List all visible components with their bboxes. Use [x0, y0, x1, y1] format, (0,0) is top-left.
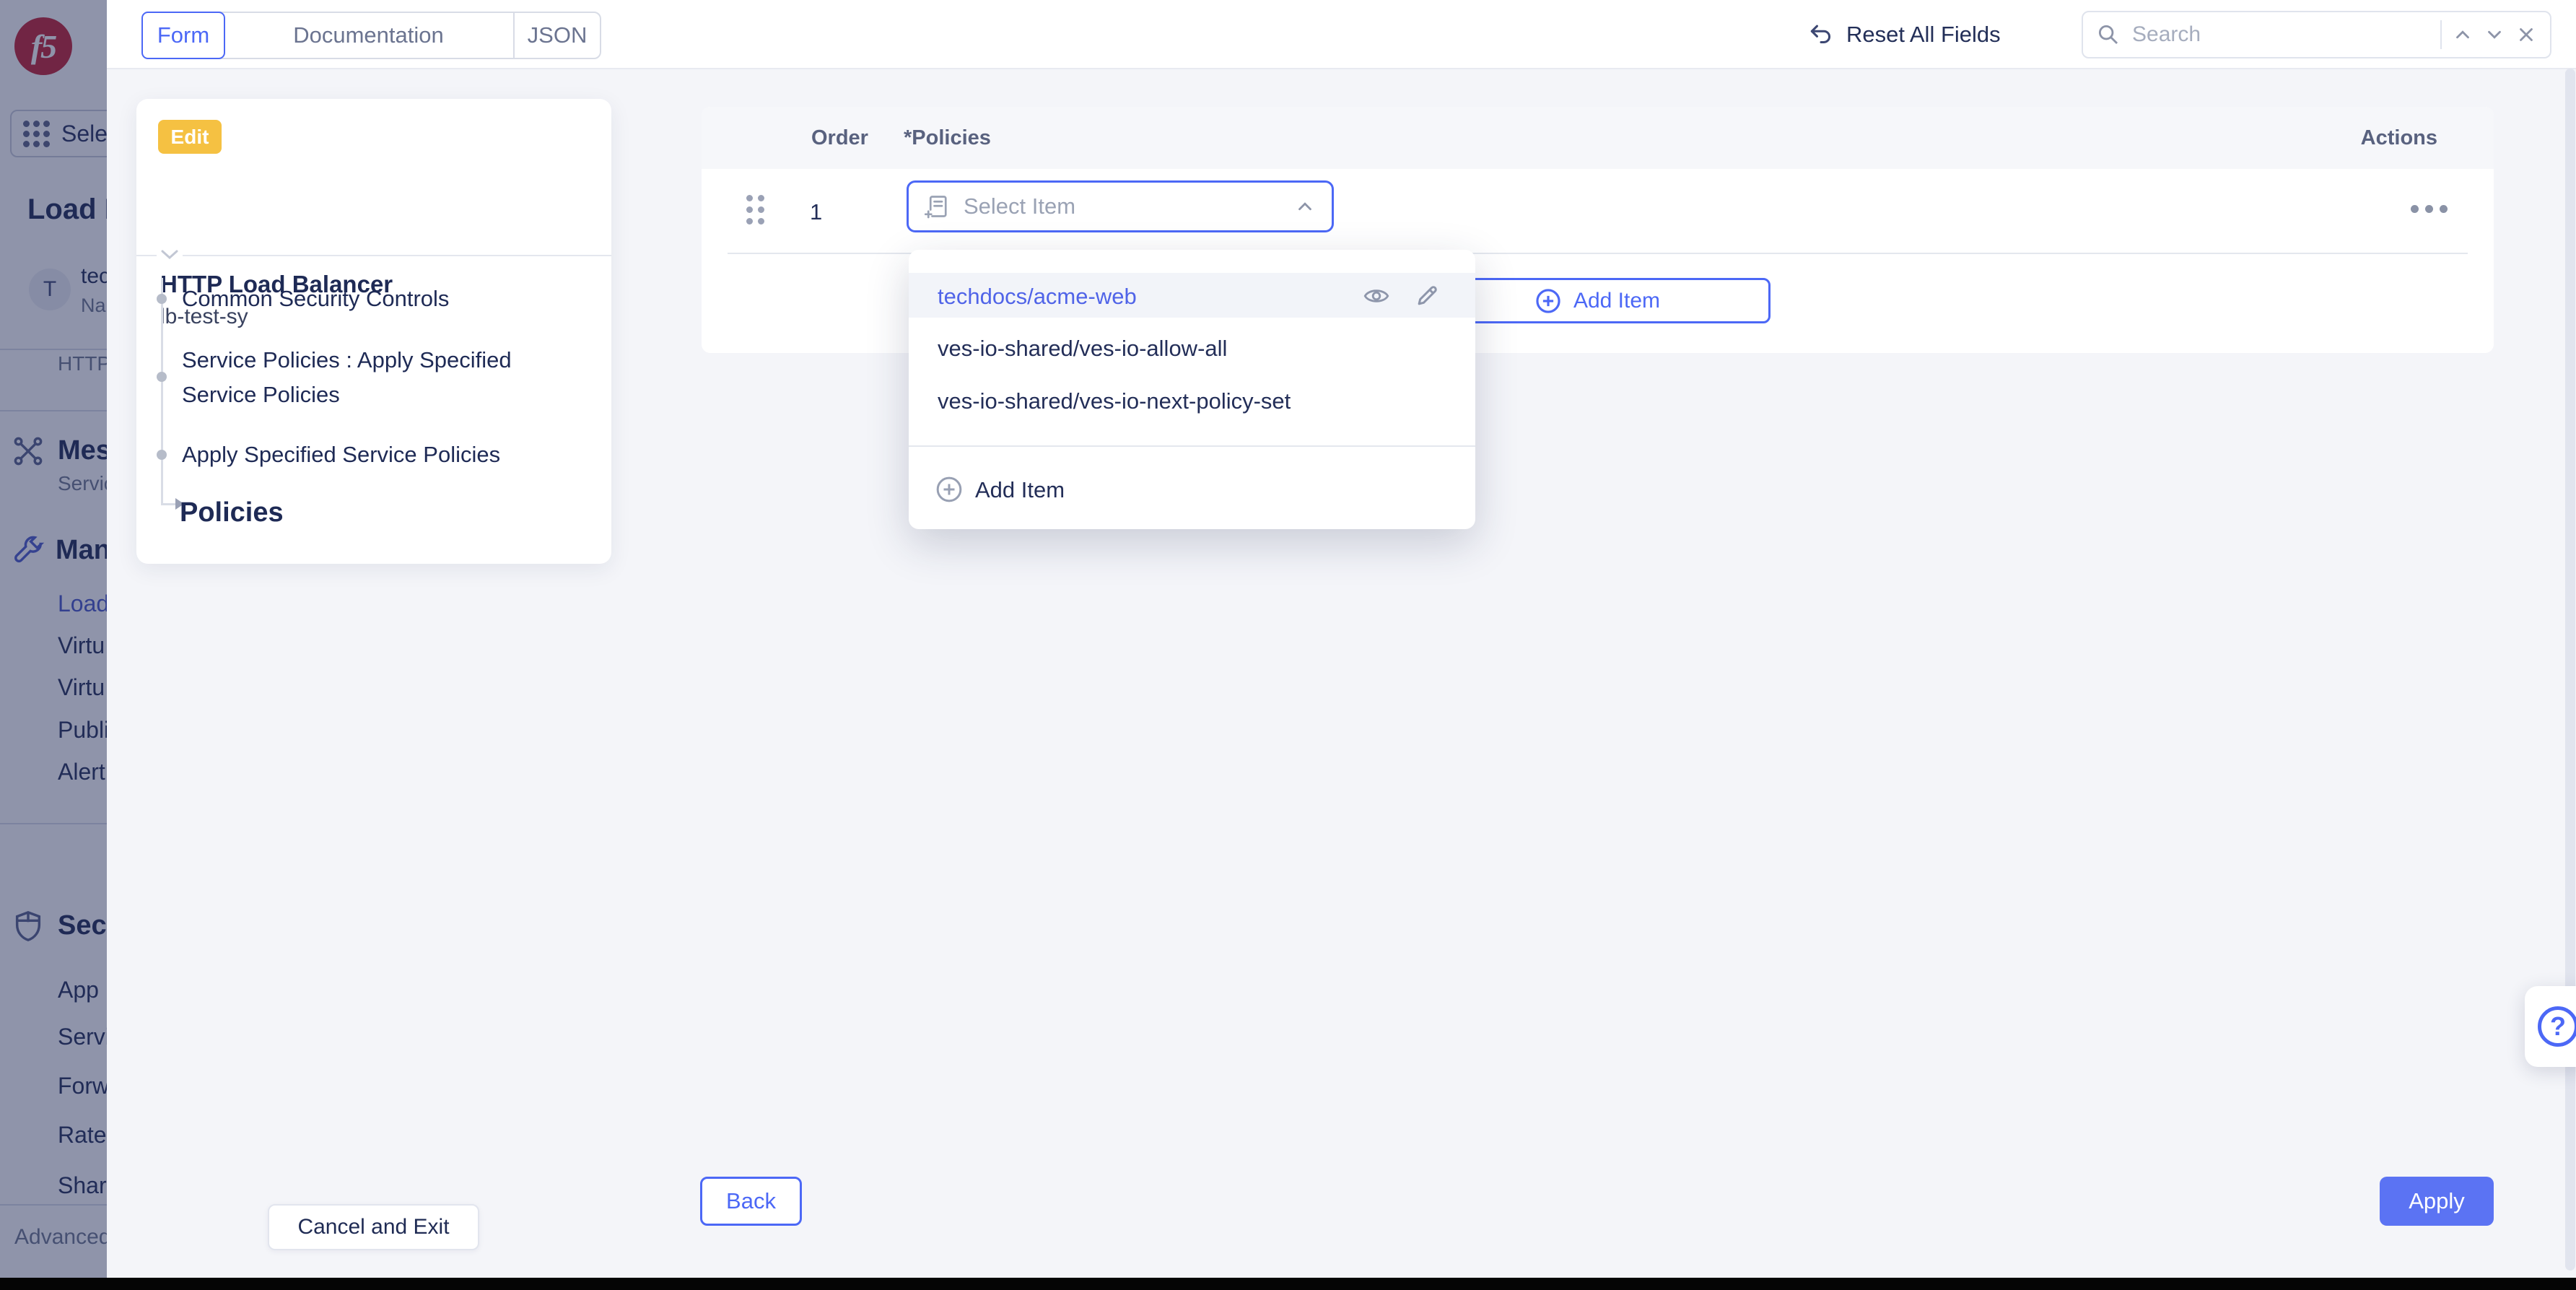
chevron-up-icon	[1294, 196, 1316, 217]
policy-select-placeholder: Select Item	[964, 193, 1281, 219]
reset-all-fields-label: Reset All Fields	[1846, 22, 2001, 48]
form-nav-panel: Edit HTTP Load Balancer lb-test-sy Commo…	[136, 99, 611, 564]
step-policies-active[interactable]: Policies	[180, 494, 562, 531]
dropdown-option-ves-io-allow-all[interactable]: ves-io-shared/ves-io-allow-all	[938, 336, 1227, 362]
step-service-policies[interactable]: Service Policies : Apply Specified Servi…	[182, 343, 564, 412]
dropdown-add-item[interactable]: Add Item	[975, 477, 1065, 503]
apply-button[interactable]: Apply	[2380, 1177, 2494, 1226]
app-screen: f5 Sele Load Ba T tec Nam HTTP Mes Servi…	[0, 0, 2576, 1290]
left-navigation-sidebar: f5 Sele Load Ba T tec Nam HTTP Mes Servi…	[0, 0, 107, 1290]
divider	[2440, 20, 2442, 49]
tab-json[interactable]: JSON	[513, 13, 600, 58]
row-actions-menu-icon[interactable]	[2411, 205, 2448, 213]
tab-documentation[interactable]: Documentation	[224, 13, 513, 58]
dropdown-option-ves-io-next-policy-set[interactable]: ves-io-shared/ves-io-next-policy-set	[938, 388, 1291, 414]
search-prev-icon[interactable]	[2452, 24, 2474, 45]
form-overlay-page: Form Documentation JSON Reset All Fields	[107, 0, 2576, 1290]
undo-arrow-icon	[1807, 21, 1835, 48]
stepper-connector	[162, 503, 175, 505]
select-item-icon	[925, 193, 951, 219]
table-header-row: Order *Policies Actions	[702, 107, 2494, 169]
column-header-policies: *Policies	[904, 126, 991, 150]
search-input[interactable]	[2131, 22, 2430, 48]
edit-pencil-icon[interactable]	[1414, 282, 1441, 309]
view-icon[interactable]	[1363, 283, 1389, 309]
drag-handle-icon[interactable]	[746, 195, 764, 225]
plus-circle-icon	[1534, 287, 1562, 315]
stepper-line	[161, 278, 163, 505]
step-dot	[157, 372, 167, 382]
policy-select-dropdown[interactable]: Select Item	[907, 180, 1334, 232]
view-mode-tabs: Form Documentation JSON	[141, 12, 601, 59]
policy-dropdown-menu: techdocs/acme-web ves-io-shared/ves-io-a…	[909, 250, 1475, 529]
step-dot	[157, 450, 167, 460]
column-header-actions: Actions	[2361, 126, 2437, 150]
step-common-security-controls[interactable]: Common Security Controls	[182, 285, 564, 313]
collapse-chevron-icon[interactable]	[157, 248, 183, 263]
add-item-label: Add Item	[1573, 289, 1660, 313]
dropdown-option-techdocs-acme-web[interactable]: techdocs/acme-web	[938, 284, 1137, 310]
add-item-button[interactable]: Add Item	[1424, 278, 1771, 323]
search-box	[2082, 11, 2551, 58]
row-order-value: 1	[810, 199, 822, 225]
step-dot	[157, 294, 167, 304]
column-header-order: Order	[811, 126, 868, 150]
tab-form[interactable]: Form	[141, 12, 225, 59]
page-scrollbar[interactable]	[2565, 69, 2575, 1271]
help-button[interactable]: ?	[2525, 986, 2576, 1067]
search-clear-icon[interactable]	[2515, 24, 2537, 45]
back-button[interactable]: Back	[700, 1177, 802, 1226]
sidebar-dim-scrim	[0, 0, 107, 1290]
question-mark-icon: ?	[2538, 1006, 2576, 1047]
cancel-and-exit-button[interactable]: Cancel and Exit	[268, 1204, 479, 1250]
plus-circle-icon	[935, 475, 964, 504]
search-next-icon[interactable]	[2484, 24, 2505, 45]
search-icon	[2096, 22, 2121, 47]
screen-bottom-strip	[0, 1278, 2576, 1290]
dropdown-divider	[909, 445, 1475, 447]
divider	[136, 255, 611, 256]
edit-badge: Edit	[158, 120, 222, 154]
step-apply-specified-service-policies[interactable]: Apply Specified Service Policies	[182, 441, 564, 469]
reset-all-fields-button[interactable]: Reset All Fields	[1807, 0, 2001, 69]
